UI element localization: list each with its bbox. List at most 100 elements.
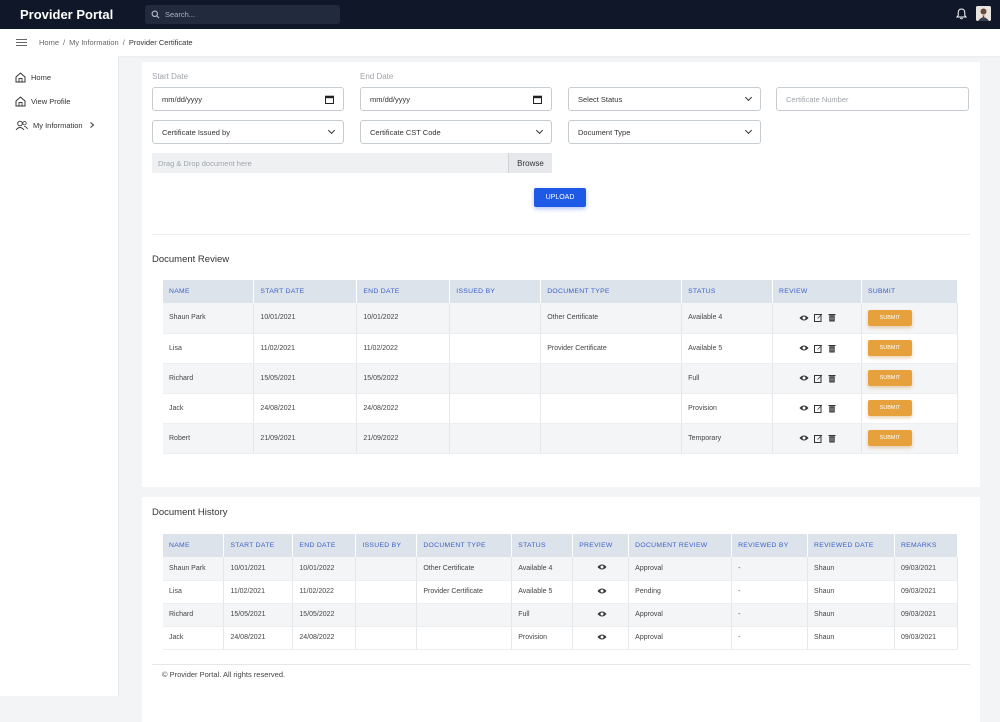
- column-header[interactable]: ISSUED BY: [355, 534, 418, 557]
- submit-button[interactable]: SUBMIT: [868, 400, 912, 416]
- avatar[interactable]: [976, 6, 991, 21]
- cell-review: [772, 423, 862, 454]
- eye-icon[interactable]: [799, 404, 809, 412]
- trash-icon[interactable]: [828, 374, 836, 383]
- column-header[interactable]: END DATE: [292, 534, 357, 557]
- cell-end-date: 11/02/2022: [292, 580, 357, 604]
- sidebar-item-my-information[interactable]: My Information: [0, 113, 118, 137]
- column-header[interactable]: START DATE: [253, 280, 358, 303]
- submit-button[interactable]: SUBMIT: [868, 340, 912, 356]
- cell-name: Shaun Park: [163, 303, 255, 334]
- search-box[interactable]: [145, 5, 340, 24]
- eye-icon[interactable]: [799, 374, 809, 382]
- column-header[interactable]: END DATE: [356, 280, 451, 303]
- issued-by-select[interactable]: Certificate Issued by: [152, 120, 344, 144]
- calendar-icon[interactable]: [533, 95, 542, 104]
- edit-icon[interactable]: [814, 374, 823, 383]
- sidebar-item-home[interactable]: Home: [0, 65, 118, 89]
- edit-icon[interactable]: [814, 313, 823, 323]
- trash-icon[interactable]: [828, 344, 836, 353]
- cell-start-date: 21/09/2021: [253, 423, 358, 454]
- cell-issued-by: [449, 303, 542, 334]
- column-header[interactable]: ISSUED BY: [449, 280, 542, 303]
- column-header[interactable]: START DATE: [223, 534, 294, 557]
- menu-toggle-icon[interactable]: [16, 39, 27, 46]
- cell-status: Full: [681, 363, 774, 394]
- cell-status: Provision: [511, 626, 574, 650]
- column-header[interactable]: DOCUMENT REVIEW: [628, 534, 733, 557]
- certificate-number-input[interactable]: Certificate Number: [776, 87, 969, 111]
- brand-title[interactable]: Provider Portal: [20, 7, 145, 22]
- cst-code-select[interactable]: Certificate CST Code: [360, 120, 552, 144]
- column-header[interactable]: NAME: [163, 534, 225, 557]
- browse-button[interactable]: Browse: [508, 153, 552, 173]
- chevron-down-icon: [327, 126, 336, 135]
- cell-document-review: Approval: [628, 603, 733, 627]
- breadcrumb-separator: /: [122, 38, 125, 47]
- trash-icon[interactable]: [828, 404, 836, 413]
- calendar-icon[interactable]: [325, 95, 334, 104]
- column-header[interactable]: REVIEW: [772, 280, 862, 303]
- column-header[interactable]: SUBMIT: [861, 280, 958, 303]
- submit-button[interactable]: SUBMIT: [868, 370, 912, 386]
- trash-icon[interactable]: [828, 313, 836, 322]
- dropzone[interactable]: Drag & Drop document here Browse: [152, 153, 552, 173]
- cell-remarks: 09/03/2021: [894, 603, 959, 627]
- column-header[interactable]: PREVIEW: [572, 534, 630, 557]
- issued-by-select-value: Certificate Issued by: [162, 127, 230, 137]
- column-header[interactable]: DOCUMENT TYPE: [416, 534, 513, 557]
- column-header[interactable]: STATUS: [681, 280, 774, 303]
- column-header[interactable]: STATUS: [511, 534, 574, 557]
- eye-icon[interactable]: [799, 344, 809, 352]
- column-header[interactable]: DOCUMENT TYPE: [540, 280, 683, 303]
- breadcrumb-home[interactable]: Home: [39, 38, 59, 47]
- end-date-field[interactable]: mm/dd/yyyy: [360, 87, 552, 111]
- eye-icon[interactable]: [597, 610, 607, 618]
- cell-status: Available 5: [511, 580, 574, 604]
- document-history-title: Document History: [152, 507, 228, 518]
- cell-reviewed-date: Shaun: [807, 580, 895, 604]
- edit-icon[interactable]: [814, 404, 823, 413]
- column-header[interactable]: REVIEWED BY: [731, 534, 809, 557]
- breadcrumb-my-information[interactable]: My Information: [69, 38, 119, 47]
- eye-icon[interactable]: [799, 434, 809, 442]
- upload-button[interactable]: UPLOAD: [534, 188, 586, 207]
- trash-icon[interactable]: [828, 434, 836, 443]
- cell-name: Jack: [163, 393, 255, 424]
- submit-button[interactable]: SUBMIT: [868, 309, 912, 326]
- cell-issued-by: [449, 393, 542, 424]
- eye-icon[interactable]: [597, 563, 607, 571]
- status-select[interactable]: Select Status: [568, 87, 761, 111]
- column-header[interactable]: REVIEWED DATE: [807, 534, 895, 557]
- start-date-label: Start Date: [152, 72, 189, 81]
- edit-icon[interactable]: [814, 434, 823, 443]
- dropzone-text: Drag & Drop document here: [158, 158, 252, 168]
- eye-icon[interactable]: [597, 587, 607, 595]
- cell-document-type: [540, 423, 683, 454]
- cell-start-date: 10/01/2021: [223, 557, 294, 581]
- breadcrumb-separator: /: [63, 38, 66, 47]
- cell-document-type: [416, 626, 513, 650]
- column-header[interactable]: NAME: [163, 280, 255, 303]
- cst-code-select-value: Certificate CST Code: [370, 127, 441, 137]
- sidebar-item-view-profile[interactable]: View Profile: [0, 89, 118, 113]
- footer-divider: [152, 664, 970, 665]
- cell-name: Robert: [163, 423, 255, 454]
- cell-name: Jack: [163, 626, 225, 650]
- bell-icon[interactable]: [956, 8, 967, 20]
- cell-start-date: 11/02/2021: [253, 333, 358, 364]
- submit-button[interactable]: SUBMIT: [868, 430, 912, 446]
- column-header[interactable]: REMARKS: [894, 534, 959, 557]
- eye-icon[interactable]: [597, 633, 607, 641]
- eye-icon[interactable]: [799, 314, 809, 322]
- end-date-label: End Date: [360, 72, 394, 81]
- edit-icon[interactable]: [814, 344, 823, 353]
- document-type-select[interactable]: Document Type: [568, 120, 761, 144]
- start-date-field[interactable]: mm/dd/yyyy: [152, 87, 344, 111]
- cell-status: Available 5: [681, 333, 774, 364]
- cell-issued-by: [355, 557, 418, 581]
- cell-issued-by: [355, 603, 418, 627]
- search-input[interactable]: [165, 10, 325, 19]
- cell-end-date: 21/09/2022: [356, 423, 451, 454]
- cell-submit: SUBMIT: [861, 333, 958, 364]
